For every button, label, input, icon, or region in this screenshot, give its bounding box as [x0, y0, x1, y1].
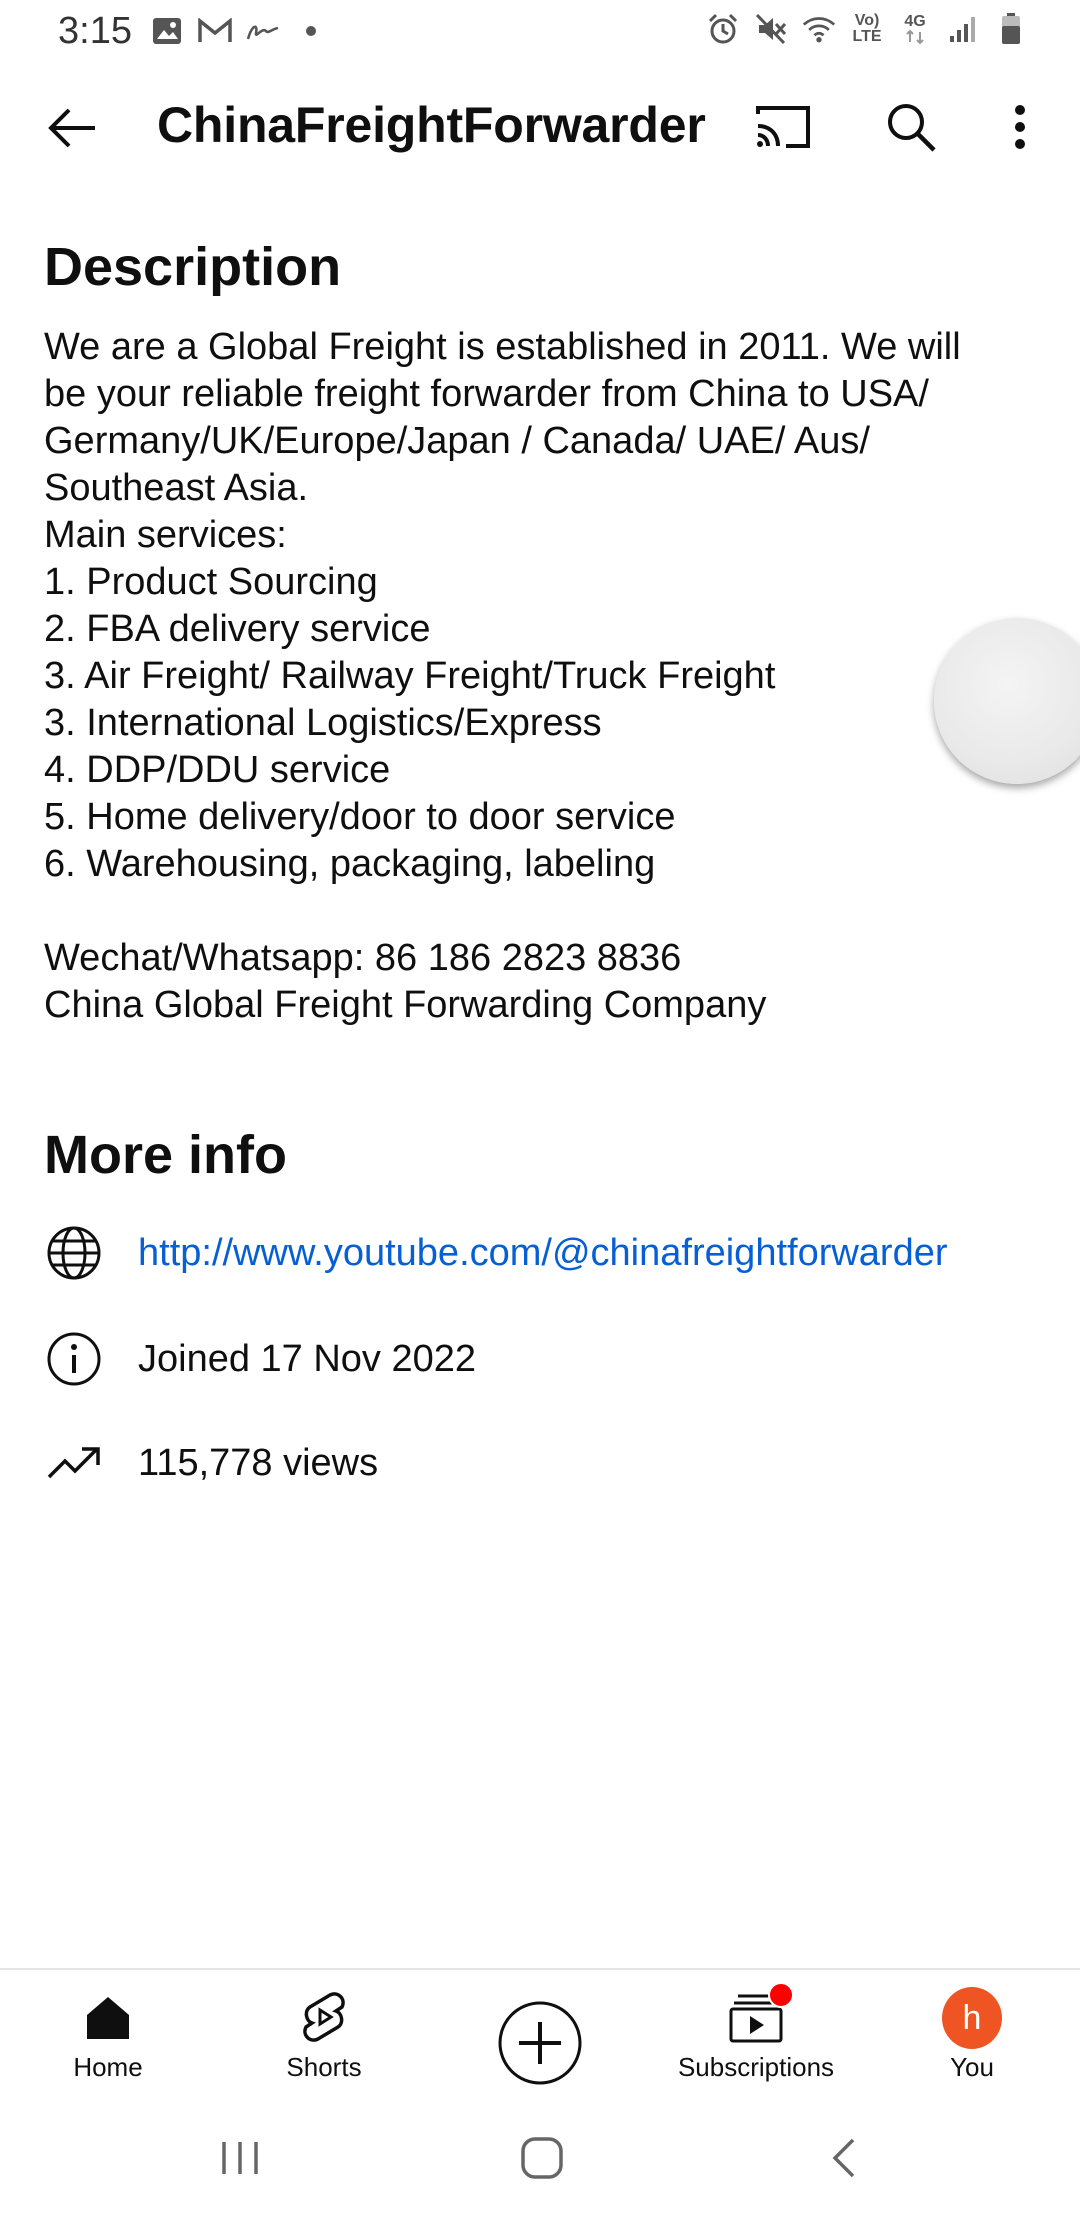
shorts-icon	[294, 1988, 354, 2048]
more-info-heading: More info	[44, 1125, 287, 1185]
description-body: We are a Global Freight is established i…	[44, 324, 1034, 1029]
4g-icon: 4G	[898, 12, 932, 46]
avatar: h	[942, 1987, 1002, 2049]
description-line: Main services:	[44, 514, 287, 556]
views-row: 115,778 views	[44, 1428, 378, 1498]
gmail-icon	[198, 14, 232, 48]
create-plus-icon	[498, 2001, 582, 2085]
mute-icon	[754, 12, 788, 46]
back-chevron-icon	[832, 2138, 855, 2178]
home-icon	[78, 1988, 138, 2048]
website-row[interactable]: http://www.youtube.com/@chinafreightforw…	[44, 1218, 948, 1288]
app-bar: ChinaFreightForwarder	[0, 66, 1080, 190]
dot-icon	[294, 14, 328, 48]
system-navigation-bar	[0, 2098, 1080, 2220]
trending-up-icon	[44, 1433, 104, 1493]
description-line: We are a Global Freight is established i…	[44, 326, 961, 368]
info-icon	[44, 1329, 104, 1389]
nav-subscriptions-label: Subscriptions	[677, 2052, 835, 2082]
volte-icon: Vo) LTE	[852, 12, 882, 45]
cast-icon	[756, 106, 810, 148]
back-system-button[interactable]	[804, 2128, 884, 2188]
channel-title: ChinaFreightForwarder	[157, 97, 706, 153]
description-line: Wechat/Whatsapp: 86 186 2823 8836	[44, 937, 682, 979]
image-icon	[150, 14, 184, 48]
home-system-button[interactable]	[502, 2128, 582, 2188]
description-line: Germany/UK/Europe/Japan / Canada/ UAE/ A…	[44, 420, 870, 462]
back-arrow-icon	[48, 108, 95, 148]
description-line: China Global Freight Forwarding Company	[44, 984, 767, 1026]
description-line: 1. Product Sourcing	[44, 561, 378, 603]
avatar-container: h	[942, 1987, 1002, 2049]
globe-icon	[44, 1223, 104, 1283]
description-line: 2. FBA delivery service	[44, 608, 431, 650]
description-line: 4. DDP/DDU service	[44, 749, 391, 791]
nav-home-label: Home	[73, 2052, 143, 2082]
create-button[interactable]	[497, 2000, 583, 2086]
nav-you[interactable]: h You	[872, 1970, 1072, 2100]
status-time: 3:15	[58, 10, 132, 52]
recent-apps-button[interactable]	[200, 2128, 280, 2188]
joined-row: Joined 17 Nov 2022	[44, 1324, 476, 1394]
joined-date: Joined 17 Nov 2022	[138, 1337, 477, 1380]
description-line: 6. Warehousing, packaging, labeling	[44, 843, 656, 885]
recent-apps-icon	[222, 2142, 258, 2174]
description-line: 3. International Logistics/Express	[44, 702, 602, 744]
website-link[interactable]: http://www.youtube.com/@chinafreightforw…	[138, 1232, 948, 1275]
nav-shorts-label: Shorts	[286, 2052, 362, 2082]
more-options-button[interactable]	[990, 94, 1050, 160]
nav-you-label: You	[950, 2052, 994, 2082]
description-line: 5. Home delivery/door to door service	[44, 796, 676, 838]
status-left-icons	[150, 14, 328, 48]
nav-shorts[interactable]: Shorts	[224, 1970, 424, 2100]
views-count: 115,778 views	[138, 1441, 379, 1484]
nav-subscriptions[interactable]: Subscriptions	[656, 1970, 856, 2100]
nav-home[interactable]: Home	[8, 1970, 208, 2100]
battery-icon	[994, 12, 1028, 46]
search-button[interactable]	[878, 94, 944, 160]
signal-icon	[946, 12, 980, 46]
description-line: be your reliable freight forwarder from …	[44, 373, 929, 415]
description-line: Southeast Asia.	[44, 467, 309, 509]
description-line: 3. Air Freight/ Railway Freight/Truck Fr…	[44, 655, 776, 697]
alarm-icon	[706, 12, 740, 46]
home-circle-icon	[521, 2137, 563, 2179]
signature-icon	[246, 14, 280, 48]
description-line	[44, 888, 1034, 935]
more-vert-icon	[1015, 105, 1025, 149]
status-right-icons: Vo) LTE 4G	[706, 12, 1028, 46]
cast-button[interactable]	[750, 94, 816, 160]
status-bar: 3:15 Vo) LTE 4G	[0, 0, 1080, 66]
description-heading: Description	[44, 237, 342, 297]
search-icon	[888, 104, 936, 152]
notification-dot	[768, 1982, 794, 2008]
back-button[interactable]	[40, 96, 104, 160]
subscriptions-icon	[726, 1982, 794, 2048]
wifi-icon	[802, 12, 836, 46]
